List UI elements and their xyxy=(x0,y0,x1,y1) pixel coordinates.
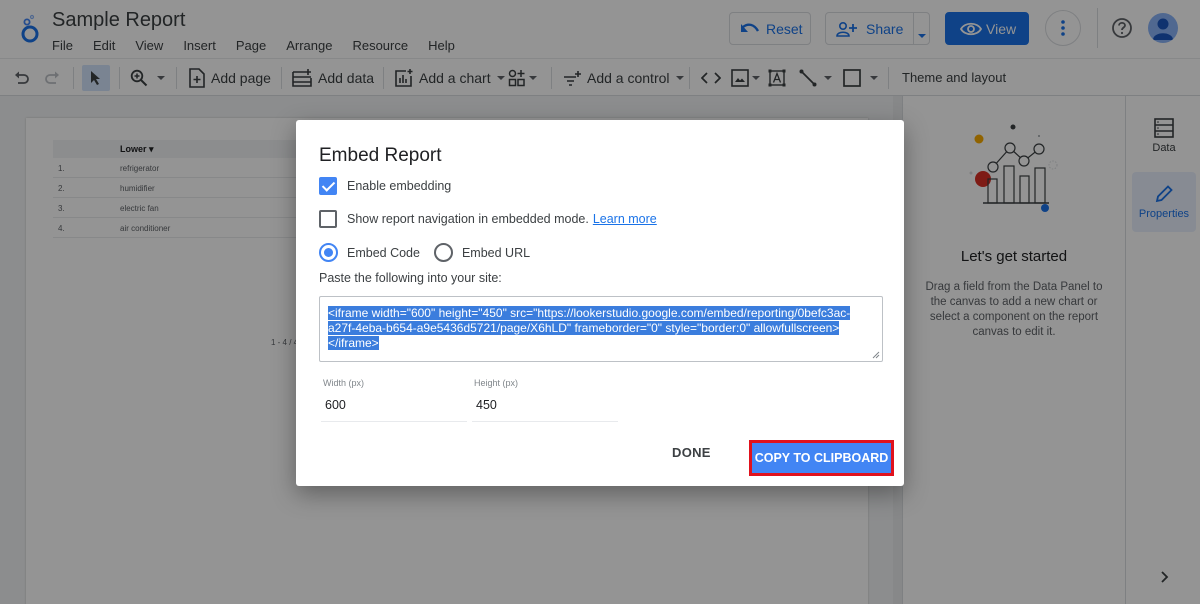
show-navigation-label: Show report navigation in embedded mode. xyxy=(347,212,589,226)
enable-embedding-option[interactable]: Enable embedding xyxy=(319,177,451,195)
width-label: Width (px) xyxy=(323,378,365,388)
embed-url-label[interactable]: Embed URL xyxy=(462,246,530,260)
show-navigation-checkbox[interactable] xyxy=(319,210,337,228)
show-navigation-option[interactable]: Show report navigation in embedded mode.… xyxy=(319,210,657,228)
embed-code-textarea[interactable]: <iframe width="600" height="450" src="ht… xyxy=(319,296,883,362)
width-input[interactable]: 600 xyxy=(321,394,467,422)
embed-code-text: <iframe width="600" height="450" src="ht… xyxy=(328,306,851,350)
height-label: Height (px) xyxy=(474,378,519,388)
width-field[interactable]: Width (px) 600 xyxy=(321,378,467,422)
learn-more-link[interactable]: Learn more xyxy=(593,212,657,226)
embed-code-radio[interactable] xyxy=(319,243,338,262)
embed-url-radio[interactable] xyxy=(433,243,453,262)
done-button[interactable]: DONE xyxy=(672,445,711,460)
embed-code-label[interactable]: Embed Code xyxy=(347,246,420,260)
dialog-title: Embed Report xyxy=(319,145,442,166)
embed-type-radio-group: Embed Code Embed URL xyxy=(319,243,530,262)
resize-handle-icon[interactable] xyxy=(872,351,880,359)
paste-instruction: Paste the following into your site: xyxy=(319,271,502,285)
embed-report-dialog: Embed Report Enable embedding Show repor… xyxy=(296,120,904,486)
height-field[interactable]: Height (px) 450 xyxy=(472,378,618,422)
height-input[interactable]: 450 xyxy=(472,394,618,422)
enable-embedding-label: Enable embedding xyxy=(347,179,452,193)
enable-embedding-checkbox[interactable] xyxy=(319,177,337,195)
copy-to-clipboard-button[interactable]: COPY TO CLIPBOARD xyxy=(749,440,894,476)
